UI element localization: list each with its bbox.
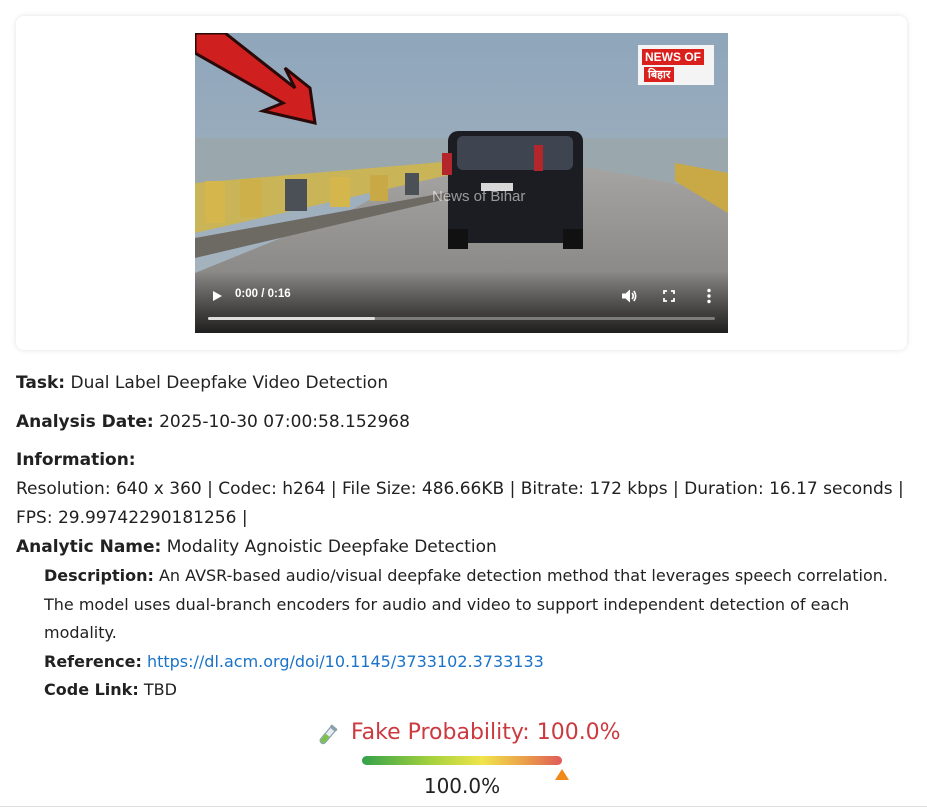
code-link-label: Code Link: bbox=[44, 680, 139, 699]
play-icon[interactable] bbox=[209, 288, 225, 304]
analytic-name-label: Analytic Name: bbox=[16, 537, 162, 557]
reference-link[interactable]: https://dl.acm.org/doi/10.1145/3733102.3… bbox=[147, 652, 544, 671]
volume-icon[interactable] bbox=[620, 287, 638, 305]
analysis-date-value: 2025-10-30 07:00:58.152968 bbox=[159, 412, 410, 432]
news-logo: NEWS OF बिहार bbox=[638, 45, 714, 85]
analysis-info: Task: Dual Label Deepfake Video Detectio… bbox=[16, 369, 911, 705]
video-controls: 0:00 / 0:16 bbox=[195, 271, 728, 333]
seek-bar-buffered bbox=[208, 317, 376, 320]
code-link-value: TBD bbox=[143, 680, 177, 699]
video-watermark: News of Bihar bbox=[432, 188, 526, 205]
information-label: Information: bbox=[16, 450, 136, 470]
task-label: Task: bbox=[16, 373, 66, 393]
analytic-name-value: Modality Agnoistic Deepfake Detection bbox=[166, 537, 497, 557]
information-value: Resolution: 640 x 360 | Codec: h264 | Fi… bbox=[16, 479, 904, 528]
page: NEWS OF बिहार News of Bihar 0:00 / 0:16 bbox=[0, 0, 927, 807]
task-value: Dual Label Deepfake Video Detection bbox=[70, 373, 389, 393]
fake-probability-label: Fake Probability: 100.0% bbox=[351, 720, 621, 745]
analysis-date-row: Analysis Date: 2025-10-30 07:00:58.15296… bbox=[16, 408, 911, 437]
news-logo-line1: NEWS OF bbox=[642, 49, 704, 65]
fake-probability-value: 100.0% bbox=[423, 774, 501, 798]
code-link-row: Code Link: TBD bbox=[44, 676, 911, 705]
description-row: Description: An AVSR-based audio/visual … bbox=[44, 562, 911, 648]
test-tube-icon bbox=[319, 724, 338, 745]
more-options-icon[interactable] bbox=[701, 287, 717, 305]
fullscreen-icon[interactable] bbox=[661, 288, 677, 304]
description-label: Description: bbox=[44, 566, 154, 585]
task-row: Task: Dual Label Deepfake Video Detectio… bbox=[16, 369, 911, 398]
time-display: 0:00 / 0:16 bbox=[235, 288, 291, 300]
result-title: Fake Probability: 100.0% bbox=[314, 718, 634, 748]
description-value: An AVSR-based audio/visual deepfake dete… bbox=[44, 566, 888, 642]
news-logo-line2: बिहार bbox=[644, 67, 675, 82]
result-panel: Fake Probability: 100.0% 100.0% bbox=[0, 716, 927, 807]
analysis-date-label: Analysis Date: bbox=[16, 412, 154, 432]
video-player[interactable]: NEWS OF बिहार News of Bihar 0:00 / 0:16 bbox=[195, 33, 728, 333]
seek-bar[interactable] bbox=[208, 317, 715, 320]
analytic-details: Description: An AVSR-based audio/visual … bbox=[16, 562, 911, 705]
analytic-name-row: Analytic Name: Modality Agnoistic Deepfa… bbox=[16, 533, 911, 562]
probability-gauge bbox=[362, 756, 562, 765]
information-row: Information: bbox=[16, 446, 911, 475]
reference-row: Reference: https://dl.acm.org/doi/10.114… bbox=[44, 648, 911, 677]
reference-label: Reference: bbox=[44, 651, 142, 671]
